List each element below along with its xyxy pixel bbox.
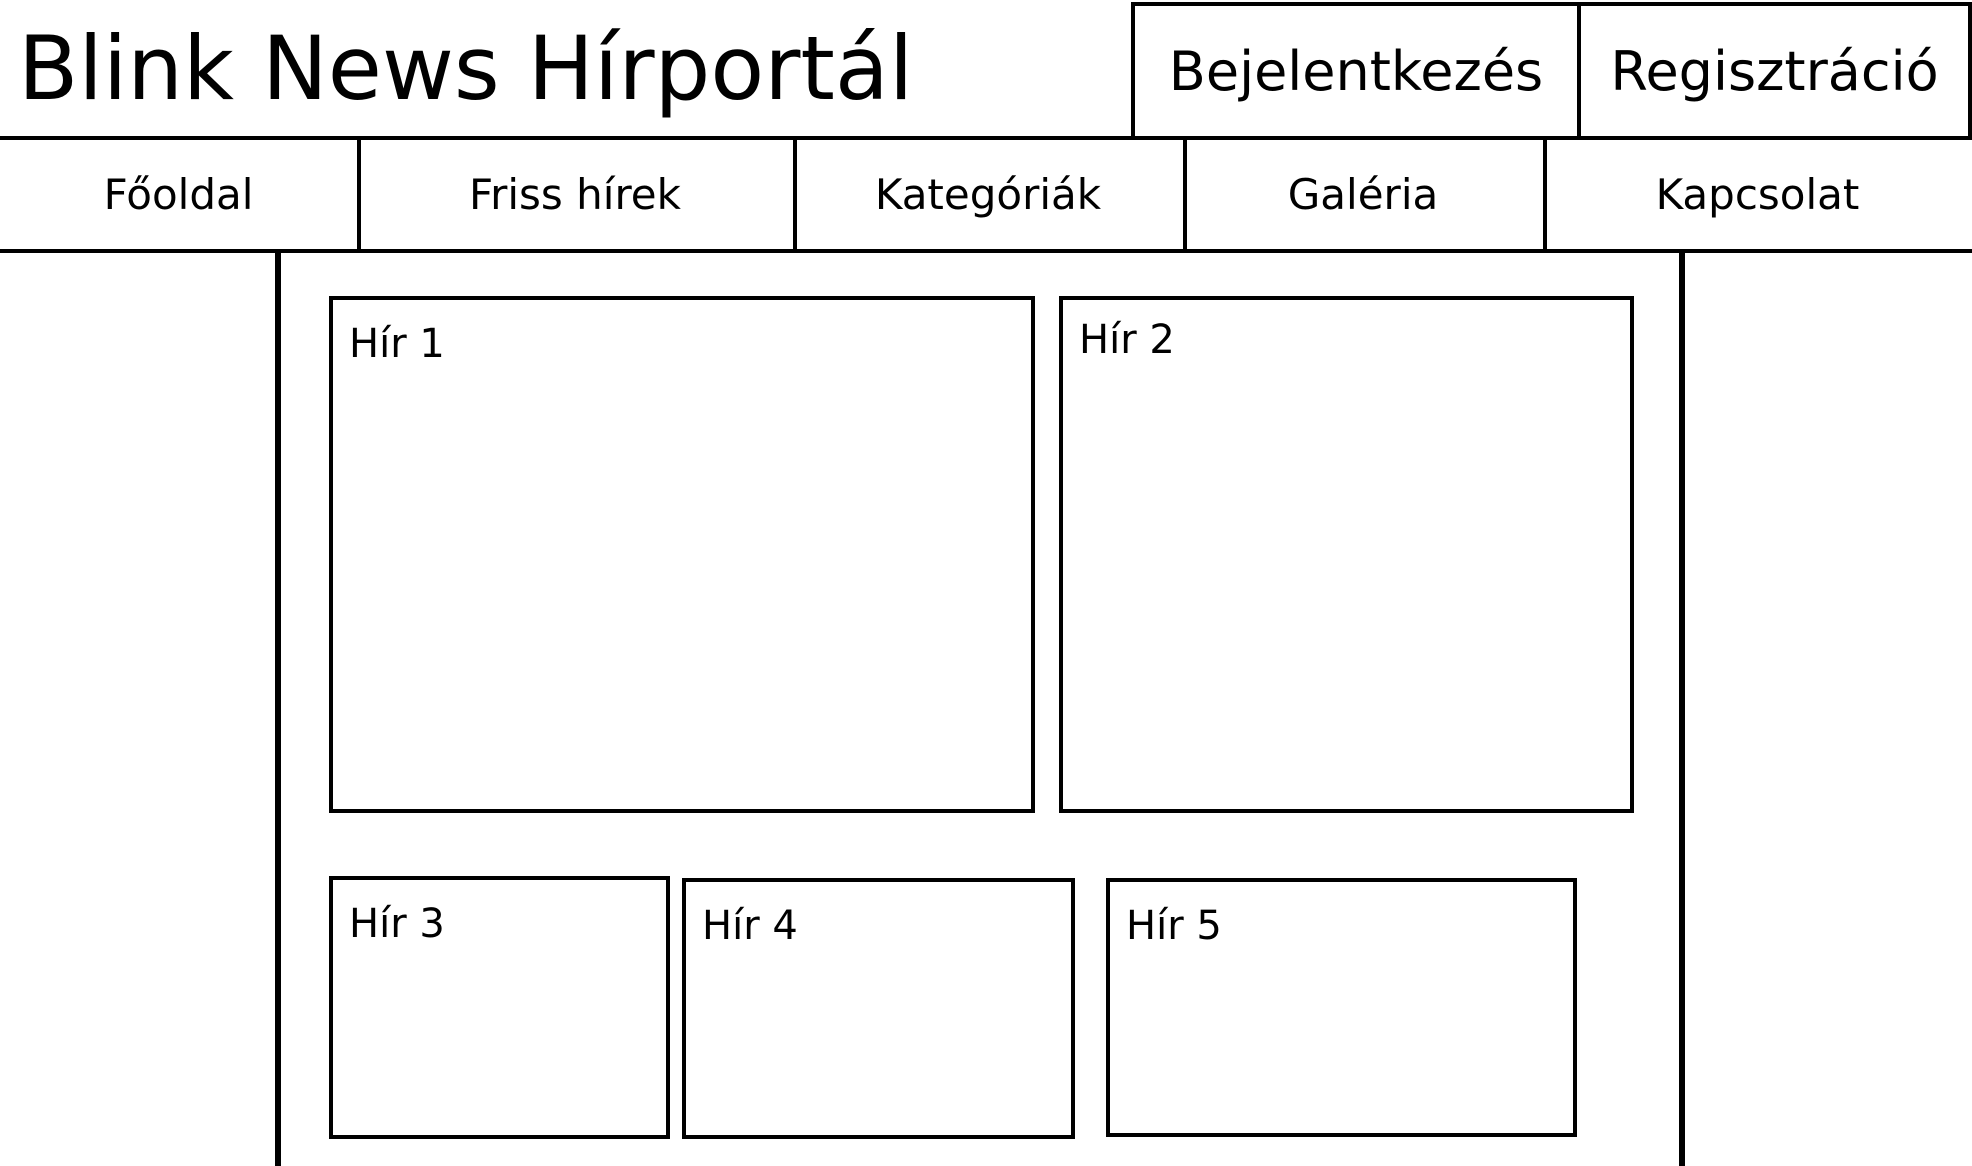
- news-card-label: Hír 4: [702, 903, 798, 949]
- nav-item-fooldal[interactable]: Főoldal: [0, 140, 361, 249]
- nav-item-friss-hirek[interactable]: Friss hírek: [357, 140, 797, 249]
- news-card-label: Hír 2: [1079, 317, 1175, 363]
- news-card-4[interactable]: Hír 4: [682, 878, 1075, 1139]
- news-card-1[interactable]: Hír 1: [329, 296, 1035, 813]
- nav-item-galeria[interactable]: Galéria: [1183, 140, 1547, 249]
- content-right-border: [1679, 252, 1685, 1166]
- nav-item-kategoriak[interactable]: Kategóriák: [793, 140, 1187, 249]
- news-card-3[interactable]: Hír 3: [329, 876, 670, 1139]
- news-card-label: Hír 3: [349, 901, 445, 947]
- nav-item-kapcsolat[interactable]: Kapcsolat: [1543, 140, 1972, 249]
- login-button[interactable]: Bejelentkezés: [1131, 2, 1581, 140]
- news-card-5[interactable]: Hír 5: [1106, 878, 1577, 1137]
- news-card-label: Hír 5: [1126, 903, 1222, 949]
- main-nav: Főoldal Friss hírek Kategóriák Galéria K…: [0, 136, 1972, 253]
- register-button[interactable]: Regisztráció: [1577, 2, 1972, 140]
- site-title: Blink News Hírportál: [18, 17, 914, 120]
- news-card-label: Hír 1: [349, 321, 445, 367]
- news-card-2[interactable]: Hír 2: [1059, 296, 1634, 813]
- content-left-border: [275, 252, 281, 1166]
